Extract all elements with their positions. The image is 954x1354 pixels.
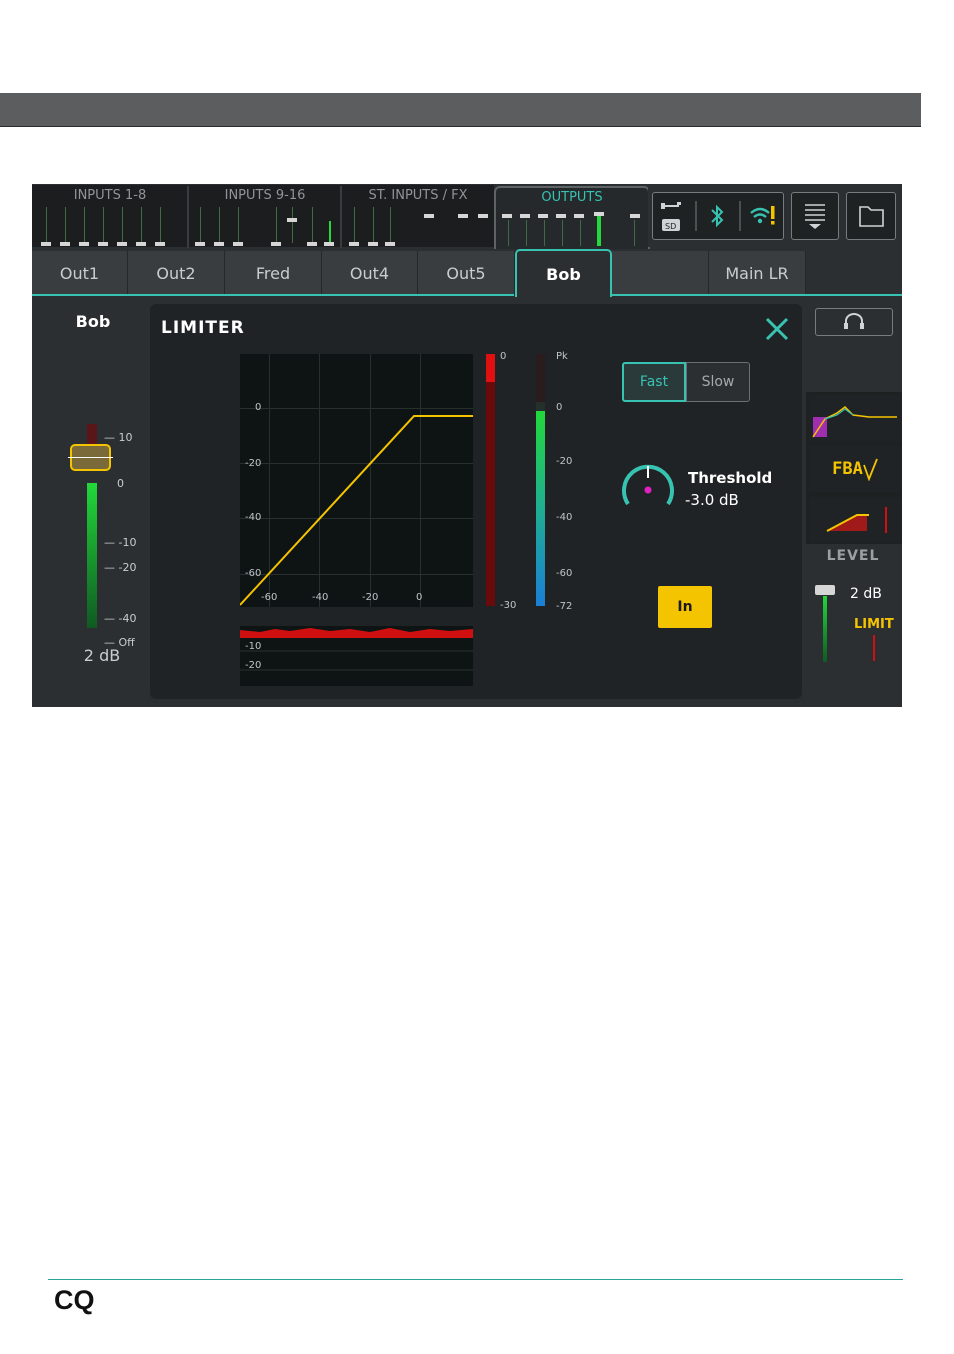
limit-meter bbox=[873, 635, 875, 661]
limiter-popup: LIMITER 0 -20 -40 -60 -60 -40 -20 0 0 -3… bbox=[150, 304, 802, 699]
channel-strip: Bob — 10 0 — -10 — -20 — -40 — Off 2 dB bbox=[32, 296, 150, 707]
bank-label: INPUTS 9-16 bbox=[224, 188, 306, 203]
output-fader-cap[interactable] bbox=[815, 585, 835, 595]
gain-reduction-meter bbox=[486, 354, 495, 606]
fader-tick: — 10 bbox=[104, 431, 133, 444]
graph-x-tick: 0 bbox=[416, 592, 423, 603]
close-icon[interactable] bbox=[764, 316, 790, 342]
limiter-title: LIMITER bbox=[161, 318, 245, 338]
threshold-knob[interactable] bbox=[618, 456, 678, 516]
tab-out4[interactable]: Out4 bbox=[322, 251, 418, 295]
graph-y-tick: -40 bbox=[245, 512, 262, 523]
status-icons[interactable]: SD bbox=[652, 192, 784, 240]
graph-x-tick: -60 bbox=[261, 592, 278, 603]
gr-meter-bottom: -30 bbox=[500, 600, 517, 611]
tab-main-lr[interactable]: Main LR bbox=[709, 251, 806, 295]
pk-label: -72 bbox=[556, 601, 573, 612]
tab-bob[interactable]: Bob bbox=[515, 249, 612, 297]
bank-inputs-9-16[interactable]: INPUTS 9-16 bbox=[189, 185, 341, 247]
footer-line bbox=[48, 1279, 903, 1280]
menu-icon bbox=[805, 204, 825, 229]
folder-icon bbox=[859, 206, 884, 227]
limiter-curve bbox=[240, 415, 473, 606]
pk-label: -40 bbox=[556, 512, 573, 523]
pk-label: -60 bbox=[556, 568, 573, 579]
bank-strip: INPUTS 1-8 INPUTS 9-16 ST. INPUTS / FX bbox=[32, 185, 494, 248]
mixer-screen: INPUTS 1-8 INPUTS 9-16 ST. INPUTS / FX O… bbox=[32, 184, 902, 707]
limiter-curve-icon bbox=[826, 507, 887, 533]
bank-label: OUTPUTS bbox=[541, 190, 603, 205]
channel-fader-cap[interactable] bbox=[68, 444, 113, 471]
peq-curve-icon bbox=[812, 406, 897, 438]
pk-label: 0 bbox=[556, 402, 563, 413]
headphone-button[interactable] bbox=[815, 308, 893, 336]
footer-logo: CQ bbox=[54, 1285, 95, 1315]
graph-y-tick: 0 bbox=[255, 402, 262, 413]
fast-button[interactable]: Fast bbox=[622, 362, 686, 402]
limiter-block[interactable] bbox=[809, 497, 902, 543]
graph-x-tick: -40 bbox=[312, 592, 329, 603]
history-tick: -10 bbox=[245, 641, 262, 652]
peq-block[interactable] bbox=[809, 395, 902, 441]
bank-label: INPUTS 1-8 bbox=[73, 188, 147, 203]
threshold-label: Threshold bbox=[688, 469, 773, 487]
fader-tick: — -10 bbox=[104, 536, 137, 549]
processing-panel: FBA LEVEL 2 dB LIMIT bbox=[804, 296, 902, 707]
channel-name: Bob bbox=[75, 312, 111, 331]
headphone-icon bbox=[844, 313, 864, 329]
in-button[interactable]: In bbox=[658, 586, 712, 628]
fader-tick: 0 bbox=[117, 477, 124, 490]
wifi-warning-icon bbox=[750, 206, 775, 225]
folder-button[interactable] bbox=[846, 192, 896, 240]
graph-y-tick: -60 bbox=[245, 568, 262, 579]
output-meter bbox=[823, 596, 827, 662]
fba-label: FBA bbox=[832, 459, 863, 479]
level-value: 2 dB bbox=[850, 586, 882, 602]
fba-wave-icon bbox=[863, 458, 878, 481]
channel-meter bbox=[87, 483, 97, 628]
fader-tick: — -20 bbox=[104, 561, 137, 574]
pk-label: -20 bbox=[556, 456, 573, 467]
peak-meter bbox=[536, 354, 545, 606]
slow-button[interactable]: Slow bbox=[686, 362, 750, 402]
pk-label: Pk bbox=[556, 351, 568, 362]
graph-y-tick: -20 bbox=[245, 458, 262, 469]
fba-block[interactable]: FBA bbox=[809, 446, 902, 492]
document-header-bar bbox=[0, 93, 921, 127]
bank-inputs-1-8[interactable]: INPUTS 1-8 bbox=[32, 185, 188, 247]
gain-reduction-history: -10 -20 bbox=[240, 626, 473, 686]
svg-text:SD: SD bbox=[665, 222, 676, 231]
output-tabs: Out1 Out2 Fred Out4 Out5 Bob Main LR bbox=[32, 249, 902, 297]
tab-empty[interactable] bbox=[612, 251, 709, 295]
bluetooth-icon bbox=[711, 204, 724, 228]
tab-out2[interactable]: Out2 bbox=[128, 251, 225, 295]
gr-meter-top: 0 bbox=[500, 351, 507, 362]
fader-tick: — -40 bbox=[104, 612, 137, 625]
transfer-curve-graph: 0 -20 -40 -60 -60 -40 -20 0 bbox=[240, 354, 473, 607]
level-label: LEVEL bbox=[826, 548, 880, 564]
bank-label: ST. INPUTS / FX bbox=[368, 188, 468, 203]
threshold-value: -3.0 dB bbox=[685, 491, 739, 509]
status-area: SD bbox=[648, 185, 902, 247]
tab-out5[interactable]: Out5 bbox=[418, 251, 515, 295]
bank-outputs[interactable]: OUTPUTS bbox=[494, 186, 650, 250]
menu-button[interactable] bbox=[791, 192, 839, 240]
graph-x-tick: -20 bbox=[362, 592, 379, 603]
tab-fred[interactable]: Fred bbox=[225, 251, 322, 295]
history-tick: -20 bbox=[245, 660, 262, 671]
bank-st-inputs-fx[interactable]: ST. INPUTS / FX bbox=[342, 185, 494, 247]
history-trace bbox=[240, 628, 473, 671]
tab-out1[interactable]: Out1 bbox=[32, 251, 128, 295]
limit-label: LIMIT bbox=[854, 617, 894, 632]
